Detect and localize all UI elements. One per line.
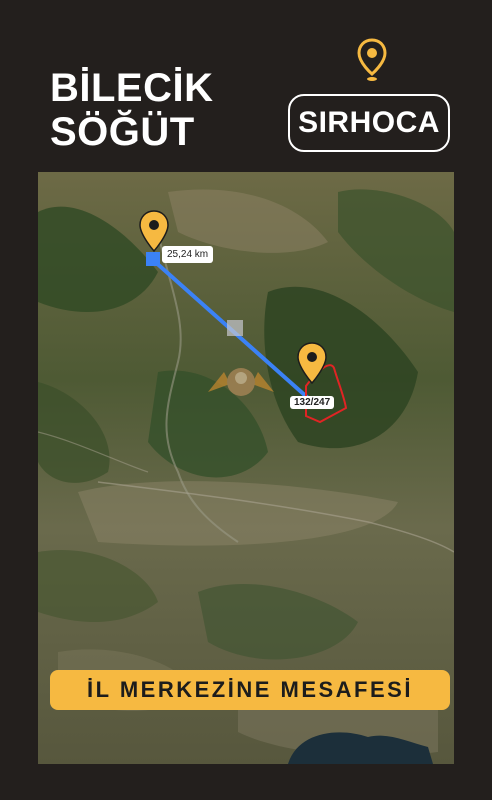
title-city: BİLECİK bbox=[50, 66, 214, 110]
parcel-location-pin-icon[interactable] bbox=[297, 342, 327, 384]
location-title: BİLECİK SÖĞÜT bbox=[50, 66, 214, 154]
location-pin-icon bbox=[357, 38, 387, 81]
logo-watermark bbox=[208, 368, 274, 396]
parcel-label: 132/247 bbox=[290, 396, 335, 409]
distance-label: 25,24 km bbox=[162, 246, 214, 263]
brand-badge: SIRHOCA bbox=[288, 94, 450, 152]
title-district: SÖĞÜT bbox=[50, 110, 195, 154]
distance-banner: İL MERKEZİNE MESAFESİ bbox=[50, 670, 450, 710]
